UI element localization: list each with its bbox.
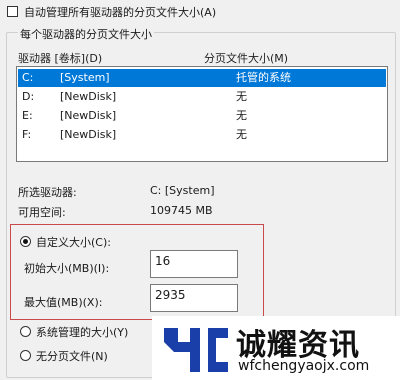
auto-manage-checkbox[interactable]: [7, 6, 18, 17]
custom-size-radio[interactable]: [20, 236, 31, 247]
watermark: 诚耀资讯 wfchengyaojx.com: [152, 316, 400, 380]
drive-paging-size: 无: [236, 128, 247, 141]
max-size-input[interactable]: 2935: [150, 284, 238, 312]
drive-letter: C:: [22, 71, 34, 84]
drive-volume-label: [NewDisk]: [60, 128, 117, 141]
no-paging-radio[interactable]: [20, 350, 31, 361]
drive-volume-label: [System]: [60, 71, 110, 84]
free-space-label: 可用空间:: [18, 206, 66, 219]
free-space-value: 109745 MB: [150, 204, 213, 217]
drive-list[interactable]: C: [System] 托管的系统 D: [NewDisk] 无 E: [New…: [16, 66, 388, 162]
column-header-size[interactable]: 分页文件大小(M): [204, 50, 288, 66]
initial-size-input[interactable]: 16: [150, 250, 238, 278]
brand-logo-icon: [164, 328, 228, 372]
drive-paging-size: 无: [236, 109, 247, 122]
group-title: 每个驱动器的分页文件大小: [18, 26, 154, 42]
system-managed-label: 系统管理的大小(Y): [36, 326, 129, 339]
selected-drive-value: C: [System]: [150, 184, 215, 197]
initial-size-label: 初始大小(MB)(I):: [24, 262, 110, 275]
system-managed-radio[interactable]: [20, 326, 31, 337]
drive-volume-label: [NewDisk]: [60, 90, 117, 103]
drive-letter: D:: [22, 90, 35, 103]
auto-manage-label: 自动管理所有驱动器的分页文件大小(A): [24, 6, 217, 19]
drive-letter: F:: [22, 128, 32, 141]
drive-paging-size: 无: [236, 90, 247, 103]
drive-row[interactable]: C: [System] 托管的系统: [18, 69, 386, 87]
selected-drive-label: 所选驱动器:: [18, 186, 77, 199]
column-header-drive[interactable]: 驱动器 [卷标](D): [18, 50, 102, 66]
drive-letter: E:: [22, 109, 33, 122]
drive-row[interactable]: E: [NewDisk] 无: [18, 107, 386, 125]
drive-row[interactable]: F: [NewDisk] 无: [18, 126, 386, 144]
drive-paging-size: 托管的系统: [236, 71, 291, 84]
no-paging-label: 无分页文件(N): [36, 350, 108, 363]
drive-volume-label: [NewDisk]: [60, 109, 117, 122]
drive-row[interactable]: D: [NewDisk] 无: [18, 88, 386, 106]
custom-size-label: 自定义大小(C):: [36, 236, 111, 249]
max-size-label: 最大值(MB)(X):: [24, 296, 103, 309]
brand-url: wfchengyaojx.com: [238, 358, 370, 374]
